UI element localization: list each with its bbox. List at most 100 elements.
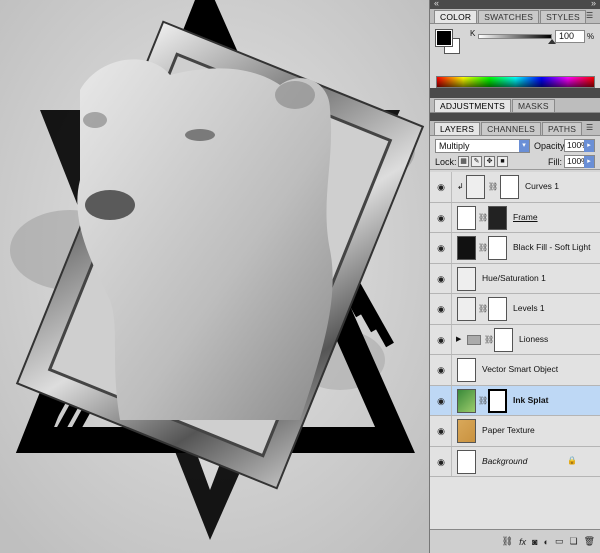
hue-saturation-icon [457, 266, 476, 291]
percent-label: % [587, 32, 595, 41]
adjustment-icon[interactable]: ◐ [544, 537, 549, 547]
blend-mode-select[interactable]: Multiply ▾ [435, 139, 530, 153]
chain-link-icon[interactable]: ⛓ [488, 182, 498, 191]
new-layer-icon[interactable]: ❏ [569, 536, 577, 547]
layers-list: ◉ ↲ ⛓ Curves 1 ◉ ⛓ Frame ◉ ⛓ Black Fill … [430, 172, 600, 529]
smart-object-thumbnail[interactable] [457, 358, 476, 382]
layer-row[interactable]: ◉ ▶ ⛓ Lioness [430, 324, 600, 355]
lock-all-icon[interactable]: ■ [497, 156, 508, 167]
fill-label: Fill: [548, 157, 562, 167]
lock-icon: 🔒 [567, 455, 577, 465]
opacity-field[interactable]: 100% ▸ [564, 139, 595, 152]
layer-thumbnail[interactable] [457, 236, 476, 260]
eye-icon[interactable]: ◉ [434, 303, 448, 315]
tab-masks[interactable]: MASKS [512, 99, 555, 112]
layer-mask-thumbnail[interactable] [494, 327, 513, 352]
tab-swatches[interactable]: SWATCHES [478, 10, 540, 23]
eye-icon[interactable]: ◉ [434, 181, 448, 193]
dock-separator [430, 88, 600, 98]
layer-name[interactable]: Paper Texture [482, 425, 535, 435]
layer-row[interactable]: ◉ ↲ ⛓ Curves 1 [430, 172, 600, 203]
tab-styles[interactable]: STYLES [540, 10, 586, 23]
layer-mask-thumbnail[interactable] [488, 236, 507, 260]
layer-row[interactable]: ◉ ⛓ Black Fill - Soft Light [430, 233, 600, 264]
panel-menu-icon[interactable]: ☰ [586, 11, 596, 20]
layer-row-selected[interactable]: ◉ ⛓ Ink Splat [430, 385, 600, 416]
tab-layers[interactable]: LAYERS [434, 122, 481, 135]
expand-triangle-icon[interactable]: ▶ [456, 335, 461, 343]
layer-name[interactable]: Black Fill - Soft Light [513, 242, 590, 252]
foreground-color-swatch[interactable] [435, 29, 453, 47]
eye-icon[interactable]: ◉ [434, 364, 448, 376]
eye-icon[interactable]: ◉ [434, 456, 448, 468]
layer-name[interactable]: Curves 1 [525, 181, 559, 191]
tab-adjustments[interactable]: ADJUSTMENTS [434, 99, 512, 112]
tab-paths[interactable]: PATHS [542, 122, 583, 135]
mask-icon[interactable]: ◙ [532, 537, 537, 547]
layer-row[interactable]: ◉ ⛓ Frame [430, 202, 600, 233]
layer-thumbnail[interactable] [457, 419, 476, 443]
chain-link-icon[interactable]: ⛓ [478, 304, 488, 313]
layer-name[interactable]: Frame [513, 212, 538, 222]
layer-thumbnail[interactable] [457, 205, 476, 230]
folder-icon[interactable]: ▭ [555, 536, 564, 547]
chain-link-icon[interactable]: ⛓ [478, 213, 488, 222]
layer-mask-thumbnail[interactable] [488, 297, 507, 321]
trash-icon[interactable]: 🗑 [584, 536, 595, 547]
collapse-left-icon[interactable]: « [434, 0, 439, 8]
layer-name[interactable]: Vector Smart Object [482, 364, 558, 374]
document-canvas[interactable] [0, 0, 429, 553]
artwork [0, 0, 429, 553]
chain-link-icon[interactable]: ⛓ [484, 335, 494, 344]
lock-buttons: ▦ ✎ ✥ ■ [458, 156, 508, 167]
layer-mask-thumbnail[interactable] [488, 388, 507, 413]
panel-menu-icon[interactable]: ☰ [586, 123, 596, 132]
layer-name[interactable]: Background [482, 456, 527, 466]
layer-row[interactable]: ◉ Background 🔒 [430, 446, 600, 477]
layer-mask-thumbnail[interactable] [500, 175, 519, 199]
chevron-right-icon: ▸ [584, 156, 594, 168]
layer-mask-thumbnail[interactable] [488, 205, 507, 230]
chain-link-icon[interactable]: ⛓ [478, 396, 488, 405]
levels-icon [457, 297, 476, 321]
curves-icon [466, 175, 485, 199]
layer-thumbnail[interactable] [457, 449, 476, 474]
adjustments-panel-tabs: ADJUSTMENTS MASKS [430, 98, 600, 113]
tab-color[interactable]: COLOR [434, 10, 478, 23]
layer-name[interactable]: Ink Splat [513, 395, 548, 405]
layer-name[interactable]: Levels 1 [513, 303, 545, 313]
layer-row[interactable]: ◉ Hue/Saturation 1 [430, 263, 600, 294]
folder-icon [467, 334, 481, 345]
layers-panel-tabs: LAYERS CHANNELS PATHS ☰ [430, 121, 600, 136]
lock-pixels-icon[interactable]: ✎ [471, 156, 482, 167]
layer-name[interactable]: Hue/Saturation 1 [482, 273, 546, 283]
eye-icon[interactable]: ◉ [434, 212, 448, 224]
eye-icon[interactable]: ◉ [434, 273, 448, 285]
chevron-right-icon: ▸ [584, 140, 594, 152]
lock-label: Lock: [435, 157, 457, 167]
eye-icon[interactable]: ◉ [434, 242, 448, 254]
blend-mode-value: Multiply [439, 141, 470, 151]
fx-icon[interactable]: fx [519, 537, 526, 547]
lock-transparency-icon[interactable]: ▦ [458, 156, 469, 167]
link-icon[interactable]: ⛓ [502, 536, 513, 547]
tab-channels[interactable]: CHANNELS [481, 122, 542, 135]
fill-field[interactable]: 100% ▸ [564, 155, 595, 168]
layer-name[interactable]: Lioness [519, 334, 548, 344]
chain-link-icon[interactable]: ⛓ [478, 243, 488, 252]
k-slider[interactable] [478, 34, 552, 39]
color-spectrum[interactable] [436, 76, 595, 88]
layer-row[interactable]: ◉ Paper Texture [430, 416, 600, 447]
eye-icon[interactable]: ◉ [434, 334, 448, 346]
layer-thumbnail[interactable] [457, 388, 476, 413]
layer-row[interactable]: ◉ ⛓ Levels 1 [430, 294, 600, 325]
eye-icon[interactable]: ◉ [434, 395, 448, 407]
collapse-right-icon[interactable]: » [591, 0, 596, 8]
clip-arrow-icon: ↲ [457, 182, 464, 191]
chevron-down-icon: ▾ [519, 140, 529, 152]
layer-row[interactable]: ◉ Vector Smart Object [430, 355, 600, 386]
eye-icon[interactable]: ◉ [434, 425, 448, 437]
k-value-field[interactable]: 100 [555, 30, 585, 43]
channel-label: K [470, 29, 476, 38]
lock-position-icon[interactable]: ✥ [484, 156, 495, 167]
